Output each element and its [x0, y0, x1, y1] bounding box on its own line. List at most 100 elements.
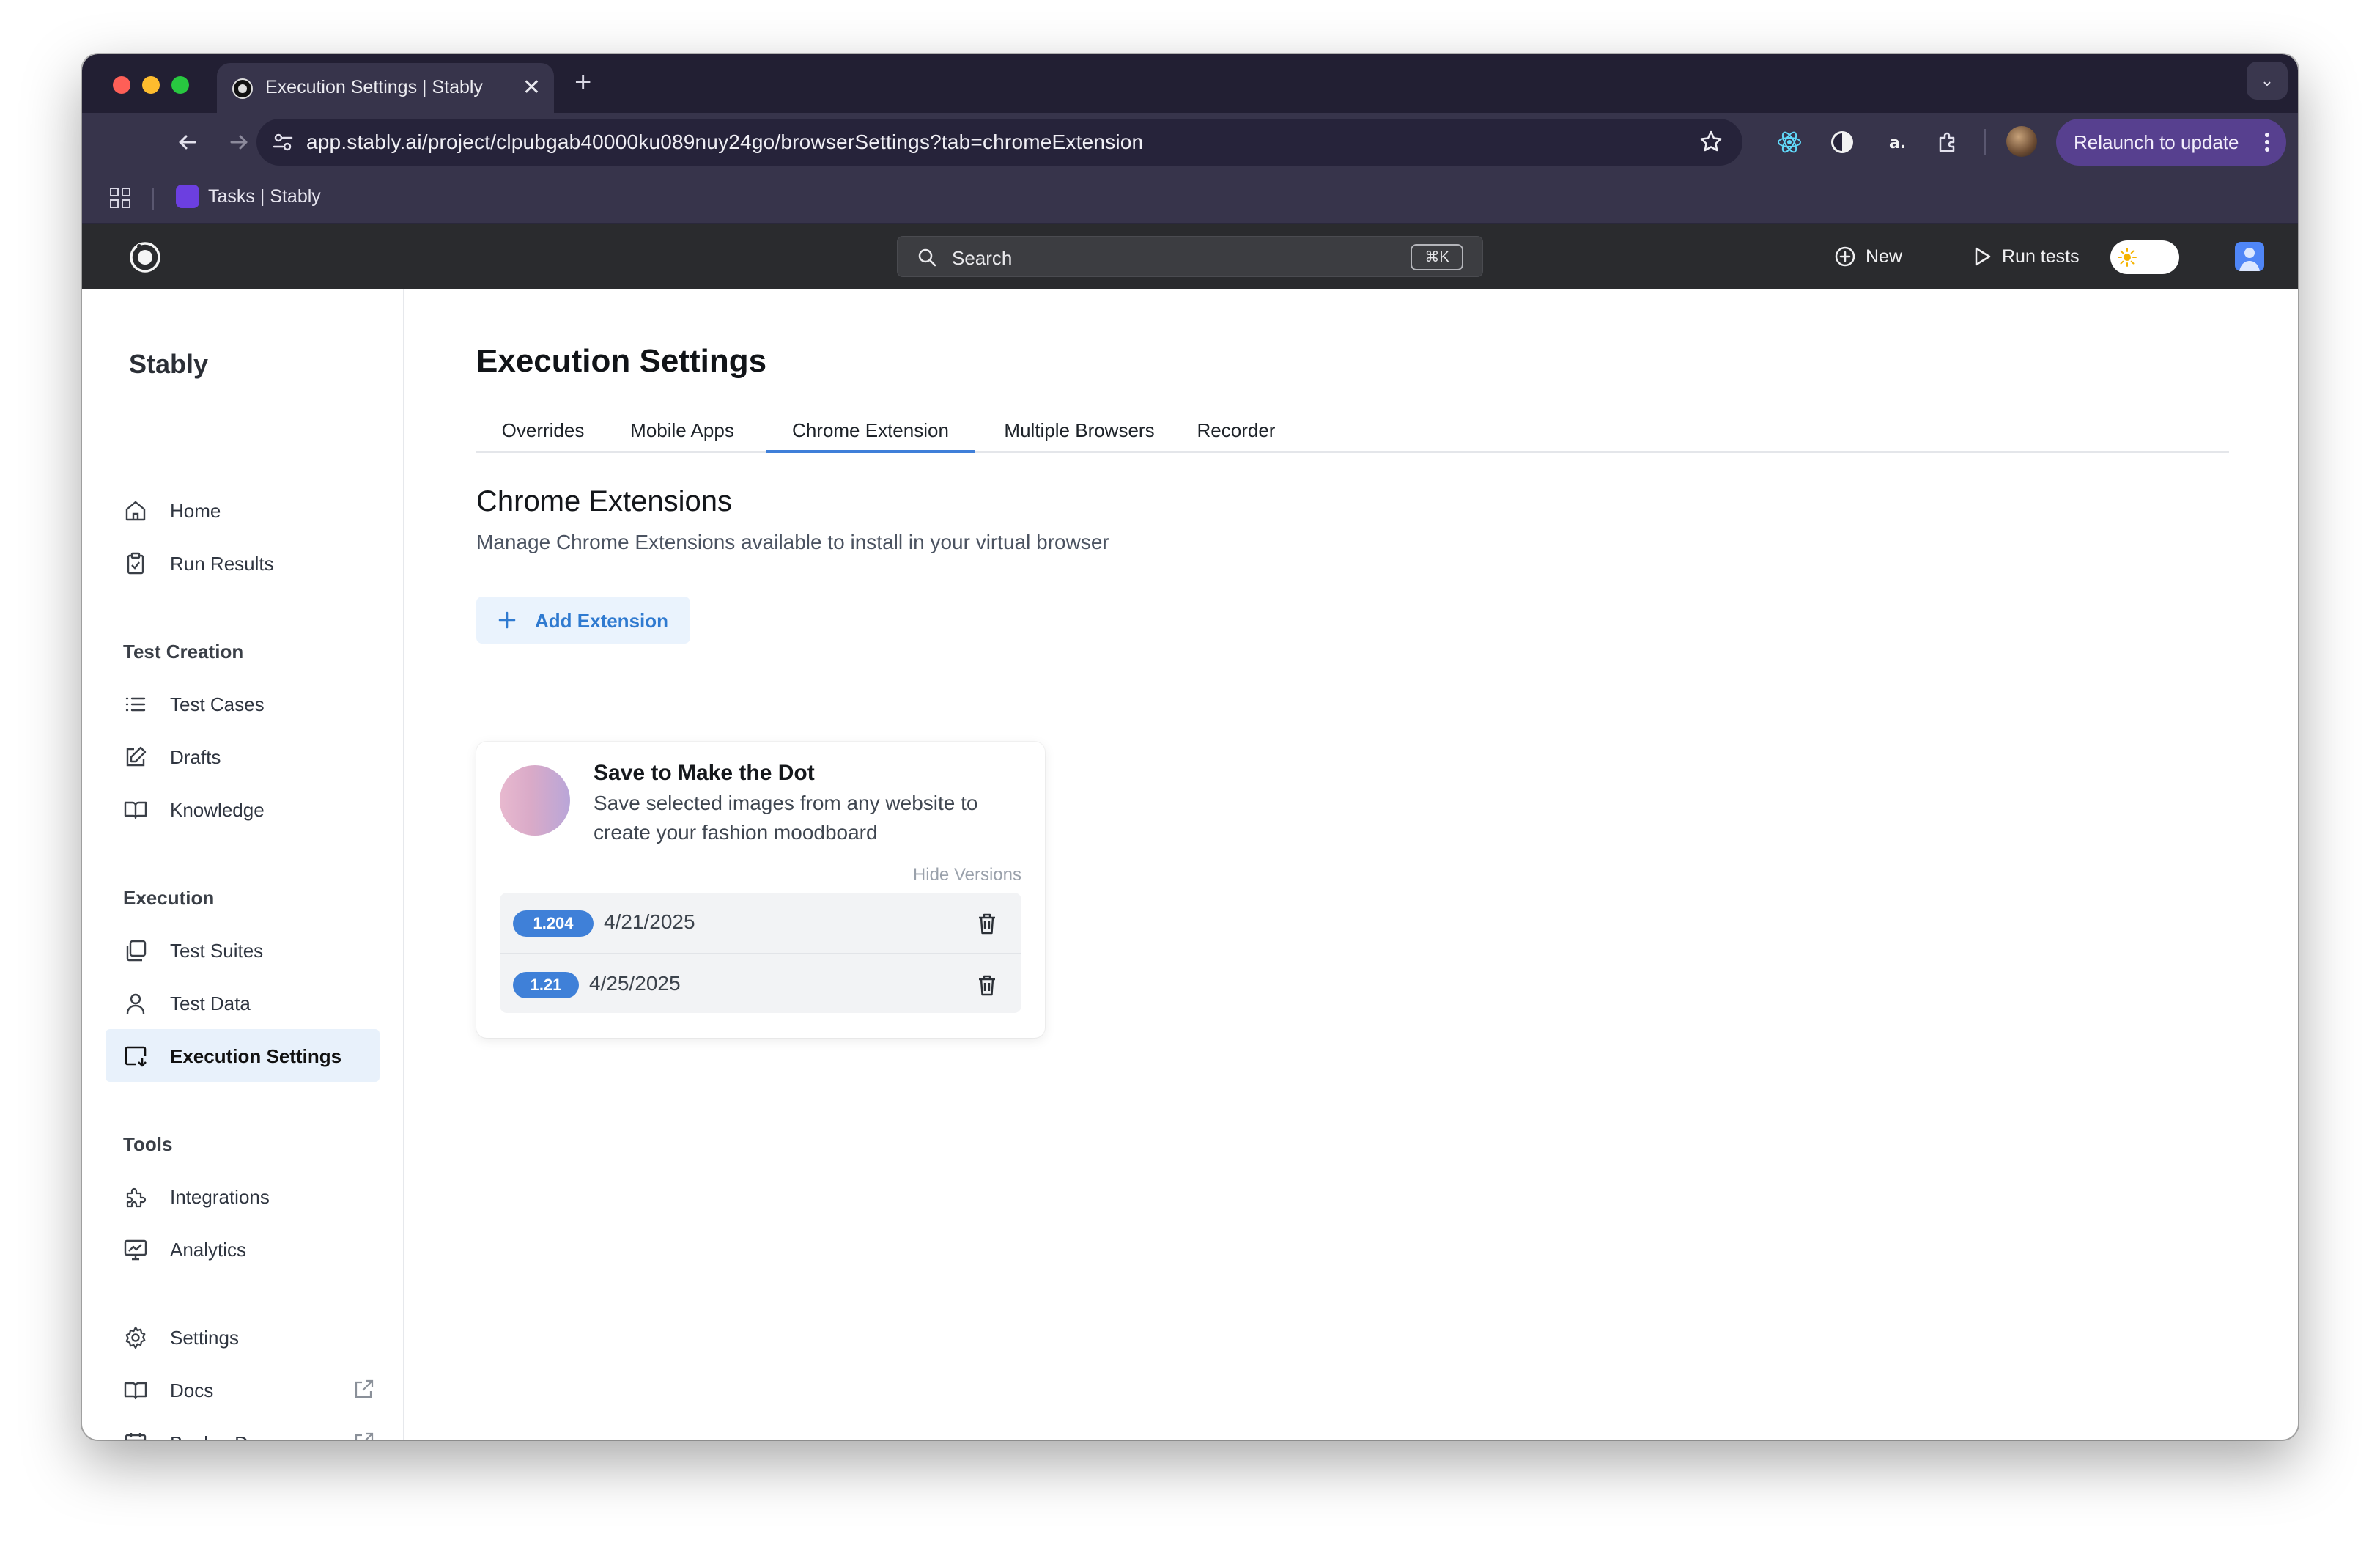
sidebar-item-label: Test Cases [170, 693, 265, 715]
sidebar-item-knowledge[interactable]: Knowledge [106, 783, 380, 836]
book-icon [124, 1382, 147, 1400]
tab-title: Execution Settings | Stably [265, 77, 483, 97]
monitor-download-icon [125, 1046, 147, 1067]
sidebar-item-run-results[interactable]: Run Results [106, 537, 380, 589]
version-badge: 1.21 [513, 972, 579, 998]
extension-a-icon[interactable]: a. [1880, 128, 1910, 157]
run-tests-label: Run tests [2002, 246, 2080, 267]
site-settings-icon[interactable] [271, 130, 295, 154]
extension-name: Save to Make the Dot [594, 761, 815, 785]
tab-mobile-apps[interactable]: Mobile Apps [610, 413, 755, 453]
chart-monitor-icon [124, 1239, 147, 1261]
search-icon [918, 248, 936, 267]
theme-toggle[interactable] [2110, 240, 2179, 274]
back-icon[interactable] [174, 129, 201, 155]
bookmark-star-icon[interactable] [1699, 129, 1723, 154]
hide-versions-link[interactable]: Hide Versions [913, 865, 1021, 885]
extensions-puzzle-icon[interactable] [1933, 128, 1962, 157]
tab-overrides[interactable]: Overrides [476, 413, 610, 453]
sidebar-item-label: Knowledge [170, 799, 265, 821]
extension-logo [500, 765, 570, 836]
trash-icon[interactable] [976, 973, 998, 997]
sidebar-item-label: Docs [170, 1379, 214, 1401]
maximize-window-button[interactable] [171, 76, 189, 94]
new-label: New [1866, 246, 1903, 267]
section-test-creation: Test Creation [123, 641, 244, 663]
brand-title: Stably [129, 349, 209, 379]
apps-grid-icon[interactable] [108, 186, 132, 210]
calendar-icon [125, 1433, 147, 1440]
browser-tab-active[interactable]: Execution Settings | Stably ✕ [217, 63, 554, 113]
tab-multiple-browsers[interactable]: Multiple Browsers [986, 413, 1172, 453]
puzzle-icon [126, 1187, 147, 1208]
relaunch-button[interactable]: Relaunch to update [2056, 119, 2286, 166]
relaunch-label: Relaunch to update [2074, 131, 2239, 153]
sidebar-item-test-data[interactable]: Test Data [106, 976, 380, 1029]
clipboard-icon [127, 552, 144, 575]
sidebar-item-label: Test Data [170, 992, 251, 1014]
bookmarks-divider [152, 188, 154, 210]
settings-tabs: Overrides Mobile Apps Chrome Extension M… [476, 406, 2229, 453]
tab-chrome-extension[interactable]: Chrome Extension [766, 413, 975, 453]
sidebar: Stably Home Run Results Test Creation Te… [82, 289, 404, 1440]
react-devtools-icon[interactable] [1775, 128, 1804, 157]
tab-recorder[interactable]: Recorder [1184, 413, 1288, 453]
page-title: Execution Settings [476, 343, 767, 379]
sidebar-item-settings[interactable]: Settings [106, 1311, 380, 1363]
stably-tasks-favicon-icon [176, 185, 199, 208]
user-icon [126, 993, 145, 1014]
play-icon [1975, 247, 1991, 266]
sidebar-item-home[interactable]: Home [106, 484, 380, 537]
browser-toolbar: app.stably.ai/project/clpubgab40000ku089… [82, 113, 2298, 172]
sidebar-item-label: Execution Settings [170, 1045, 342, 1067]
url-text: app.stably.ai/project/clpubgab40000ku089… [306, 130, 1144, 153]
sidebar-item-label: Analytics [170, 1239, 247, 1261]
sidebar-item-label: Book a Demo [170, 1432, 286, 1440]
user-avatar-icon[interactable] [2235, 242, 2264, 271]
extension-description: Save selected images from any website to… [594, 792, 978, 844]
tab-strip: Execution Settings | Stably ✕ + ⌄ [82, 54, 2298, 113]
extension-circle-icon[interactable] [1828, 128, 1857, 157]
minimize-window-button[interactable] [142, 76, 160, 94]
list-icon [125, 697, 146, 712]
svg-text:a.: a. [1889, 134, 1906, 152]
bookmarks-bar: Tasks | Stably [82, 172, 2298, 224]
sidebar-item-integrations[interactable]: Integrations [106, 1170, 380, 1223]
new-button[interactable]: New [1833, 243, 1914, 270]
stably-logo-icon[interactable] [128, 239, 163, 274]
sidebar-item-analytics[interactable]: Analytics [106, 1223, 380, 1275]
close-window-button[interactable] [113, 76, 130, 94]
run-tests-button[interactable]: Run tests [1970, 243, 2094, 270]
sidebar-item-docs[interactable]: Docs [106, 1363, 380, 1416]
sidebar-item-drafts[interactable]: Drafts [106, 730, 380, 783]
sidebar-item-execution-settings[interactable]: Execution Settings [106, 1029, 380, 1082]
home-icon [125, 501, 146, 521]
sidebar-item-book-a-demo[interactable]: Book a Demo [106, 1416, 380, 1440]
main-content: Execution Settings Overrides Mobile Apps… [404, 289, 2298, 1440]
sidebar-item-test-suites[interactable]: Test Suites [106, 924, 380, 976]
trash-icon[interactable] [976, 912, 998, 935]
sidebar-item-test-cases[interactable]: Test Cases [106, 677, 380, 730]
close-tab-icon[interactable]: ✕ [522, 73, 541, 103]
app-header: Search ⌘K New Run tests [82, 224, 2298, 289]
toolbar-divider [1984, 129, 1986, 155]
sidebar-item-label: Integrations [170, 1186, 270, 1208]
plus-circle-icon [1835, 246, 1855, 267]
bookmark-tasks-stably[interactable]: Tasks | Stably [208, 186, 321, 207]
sidebar-item-label: Home [170, 500, 221, 522]
more-vertical-icon[interactable] [2264, 129, 2270, 155]
tab-search-chevron-icon[interactable]: ⌄ [2247, 62, 2288, 100]
version-badge: 1.204 [513, 910, 594, 937]
profile-avatar[interactable] [2006, 126, 2037, 157]
version-date: 4/25/2025 [589, 972, 681, 995]
address-bar[interactable]: app.stably.ai/project/clpubgab40000ku089… [256, 119, 1742, 166]
section-execution: Execution [123, 887, 215, 909]
browser-window: Execution Settings | Stably ✕ + ⌄ app.st… [82, 54, 2298, 1440]
search-placeholder: Search [952, 247, 1013, 269]
new-tab-icon[interactable]: + [574, 66, 591, 98]
add-extension-button[interactable]: Add Extension [476, 597, 690, 644]
sidebar-item-label: Settings [170, 1327, 239, 1349]
search-input[interactable]: Search ⌘K [897, 236, 1483, 277]
section-subtitle: Manage Chrome Extensions available to in… [476, 531, 1109, 553]
